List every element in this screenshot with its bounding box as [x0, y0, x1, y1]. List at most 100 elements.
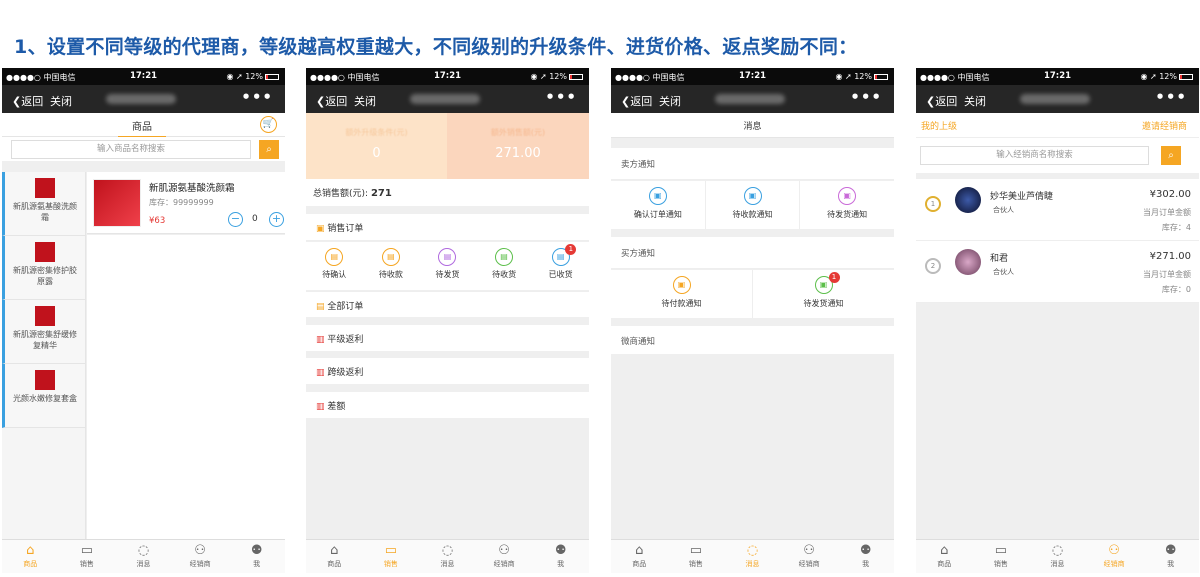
tab-0[interactable]: ⌂ 商品 — [2, 540, 59, 573]
order-status-item[interactable]: ▤ 待收货 — [476, 242, 533, 290]
minus-icon[interactable]: − — [228, 212, 243, 227]
notice-item[interactable]: ▣ 待付款通知 — [611, 270, 752, 318]
card-icon: ▭ — [80, 543, 94, 558]
notice-item[interactable]: ▣ 确认订单通知 — [611, 181, 705, 229]
stat-left: 额外升级条件(元) 0 — [306, 113, 447, 179]
tab-3[interactable]: ⚇ 经销商 — [172, 540, 229, 573]
card-icon: ▭ — [994, 543, 1008, 558]
dealer-stock: 库存：4 — [1161, 223, 1191, 232]
order-status-item[interactable]: ▤ 已收货 1 — [532, 242, 589, 290]
cross-rebate[interactable]: ▥ 跨级返利 — [306, 358, 589, 384]
difference[interactable]: ▥ 差额 — [306, 392, 589, 418]
page-heading: 1、设置不同等级的代理商，等级越高权重越大，不同级别的升级条件、进货价格、返点奖… — [14, 36, 858, 58]
category-item[interactable]: 新肌源密集舒缓修复精华 — [2, 300, 85, 364]
order-status-item[interactable]: ▤ 待发货 — [419, 242, 476, 290]
dealer-row[interactable]: 2 和君 合伙人 ¥271.00 当月订单金额 库存：0 — [916, 241, 1199, 303]
order-status-item[interactable]: ▤ 待收款 — [363, 242, 420, 290]
more-icon[interactable]: ••• — [850, 88, 882, 106]
tab-4[interactable]: ⚉ 我 — [532, 540, 589, 573]
tab-2[interactable]: ◌ 消息 — [1029, 540, 1086, 573]
search-input[interactable]: 输入经销商名称搜索 — [920, 146, 1149, 165]
tab-label: 经销商 — [493, 560, 515, 568]
back-button[interactable]: ❮返回 — [926, 93, 957, 109]
dealer-stock: 库存：0 — [1161, 285, 1191, 294]
my-superior-link[interactable]: 我的上级 — [921, 119, 957, 132]
notice-item[interactable]: ▣ 待发货通知 1 — [752, 270, 894, 318]
card-icon: ▭ — [689, 543, 703, 558]
category-item[interactable]: 新肌源氨基酸洗颜霜 — [2, 172, 85, 236]
peer-rebate[interactable]: ▥ 平级返利 — [306, 325, 589, 351]
back-button[interactable]: ❮返回 — [621, 93, 652, 109]
back-button[interactable]: ❮返回 — [316, 93, 347, 109]
category-image — [35, 306, 55, 326]
tab-3[interactable]: ⚇ 经销商 — [781, 540, 838, 573]
seller-notice-row: ▣ 确认订单通知 ▣ 待收款通知 ▣ 待发货通知 — [611, 181, 894, 229]
tab-label: 销售 — [383, 560, 398, 568]
tab-label: 消息 — [745, 560, 760, 568]
home-icon: ⌂ — [330, 543, 339, 558]
tab-4[interactable]: ⚉ 我 — [837, 540, 894, 573]
rebate-icon: ▥ — [316, 368, 328, 378]
blurred-title — [106, 94, 176, 104]
tab-2[interactable]: ◌ 消息 — [115, 540, 172, 573]
tab-4[interactable]: ⚉ 我 — [228, 540, 285, 573]
tab-3[interactable]: ⚇ 经销商 — [476, 540, 533, 573]
users-icon: ⚉ — [250, 543, 263, 558]
tab-1[interactable]: ▭ 销售 — [363, 540, 420, 573]
home-icon: ⌂ — [26, 543, 35, 558]
close-button[interactable]: 关闭 — [964, 93, 986, 109]
tab-label: 我 — [253, 560, 261, 568]
close-button[interactable]: 关闭 — [659, 93, 681, 109]
tab-label: 我 — [557, 560, 565, 568]
cart-icon[interactable]: 🛒 — [260, 116, 277, 133]
search-icon[interactable]: ⌕ — [259, 140, 279, 159]
tab-2[interactable]: ◌ 消息 — [419, 540, 476, 573]
phone-dealers: ●●●●○ 中国电信 17:21 ◉ ➚ 12% ❮返回 关闭 ••• 我的上级… — [916, 68, 1199, 573]
sales-order-header[interactable]: ▣ 销售订单 — [306, 214, 589, 241]
tab-3[interactable]: ⚇ 经销商 — [1086, 540, 1143, 573]
order-status-item[interactable]: ▤ 待确认 — [306, 242, 363, 290]
blurred-title — [410, 94, 480, 104]
tab-0[interactable]: ⌂ 商品 — [306, 540, 363, 573]
product-card[interactable]: 新肌源氨基酸洗颜霜 库存：99999999 ¥63 − 0 + — [87, 172, 285, 234]
tab-label: 销售 — [79, 560, 94, 568]
more-icon[interactable]: ••• — [545, 88, 577, 106]
tab-products[interactable]: 商品 — [118, 118, 166, 138]
search-input[interactable]: 输入商品名称搜索 — [11, 140, 251, 159]
card-icon: ▭ — [384, 543, 398, 558]
nav-bar: ❮返回 关闭 ••• — [916, 85, 1199, 113]
dealer-row[interactable]: 1 妙华美业芦倩睫 合伙人 ¥302.00 当月订单金额 库存：4 — [916, 179, 1199, 241]
blurred-title — [1020, 94, 1090, 104]
rebate-icon: ▥ — [316, 335, 328, 345]
more-icon[interactable]: ••• — [1155, 88, 1187, 106]
tab-label: 商品 — [327, 560, 342, 568]
close-button[interactable]: 关闭 — [50, 93, 72, 109]
category-item[interactable]: 光颜水嫩修复套盒 — [2, 364, 85, 428]
search-icon[interactable]: ⌕ — [1161, 146, 1181, 165]
tab-label: 消息 — [1050, 560, 1065, 568]
notice-item[interactable]: ▣ 待收款通知 — [704, 181, 800, 229]
category-item[interactable]: 新肌源密集修护胶原露 — [2, 236, 85, 300]
amount-label: 当月订单金额 — [1143, 270, 1191, 279]
home-icon: ⌂ — [940, 543, 949, 558]
dealer-name: 和君 — [990, 254, 1009, 264]
tab-label: 经销商 — [1103, 560, 1125, 568]
quantity-value[interactable]: 0 — [252, 214, 258, 224]
tab-1[interactable]: ▭ 销售 — [668, 540, 725, 573]
invite-dealer-link[interactable]: 邀请经销商 — [1142, 119, 1187, 132]
tab-label: 消息 — [136, 560, 151, 568]
back-button[interactable]: ❮返回 — [12, 93, 43, 109]
tab-1[interactable]: ▭ 销售 — [59, 540, 116, 573]
all-orders[interactable]: ▤ 全部订单 — [306, 291, 589, 317]
status-bar: ●●●●○ 中国电信 17:21 ◉ ➚ 12% — [2, 68, 285, 85]
product-name: 新肌源氨基酸洗颜霜 — [149, 183, 235, 194]
more-icon[interactable]: ••• — [241, 88, 273, 106]
tab-0[interactable]: ⌂ 商品 — [916, 540, 973, 573]
tab-2[interactable]: ◌ 消息 — [724, 540, 781, 573]
close-button[interactable]: 关闭 — [354, 93, 376, 109]
tab-0[interactable]: ⌂ 商品 — [611, 540, 668, 573]
tab-1[interactable]: ▭ 销售 — [973, 540, 1030, 573]
tab-4[interactable]: ⚉ 我 — [1142, 540, 1199, 573]
plus-icon[interactable]: + — [269, 212, 284, 227]
notice-item[interactable]: ▣ 待发货通知 — [799, 181, 894, 229]
